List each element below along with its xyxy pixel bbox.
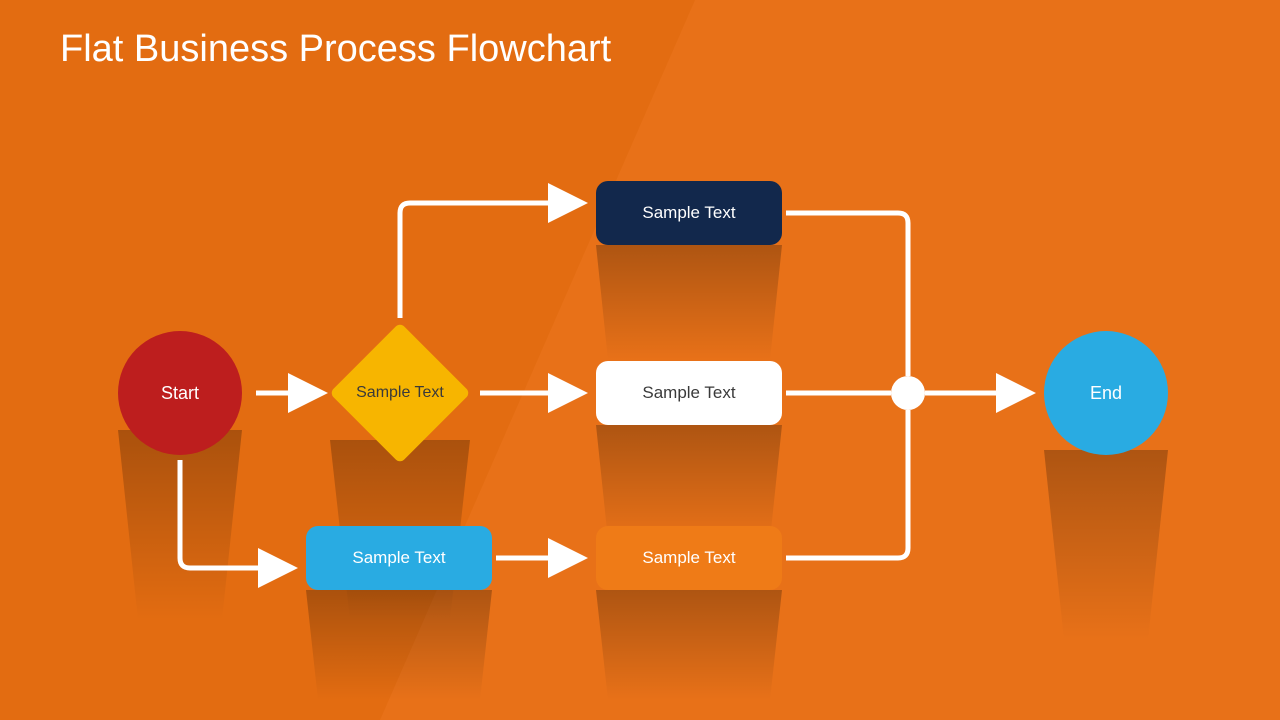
process-node-mid: Sample Text xyxy=(596,361,782,425)
start-node-label: Start xyxy=(161,383,199,404)
end-node: End xyxy=(1044,331,1168,455)
decision-node: Sample Text xyxy=(330,323,470,463)
process-node-bottom-label: Sample Text xyxy=(642,548,735,568)
process-node-top: Sample Text xyxy=(596,181,782,245)
decision-node-label: Sample Text xyxy=(330,323,470,463)
process-node-bottom: Sample Text xyxy=(596,526,782,590)
process-node-mid-label: Sample Text xyxy=(642,383,735,403)
process-node-alt: Sample Text xyxy=(306,526,492,590)
process-node-top-label: Sample Text xyxy=(642,203,735,223)
page-title: Flat Business Process Flowchart xyxy=(60,28,611,71)
end-node-label: End xyxy=(1090,383,1122,404)
start-node: Start xyxy=(118,331,242,455)
join-node xyxy=(891,376,925,410)
process-node-alt-label: Sample Text xyxy=(352,548,445,568)
